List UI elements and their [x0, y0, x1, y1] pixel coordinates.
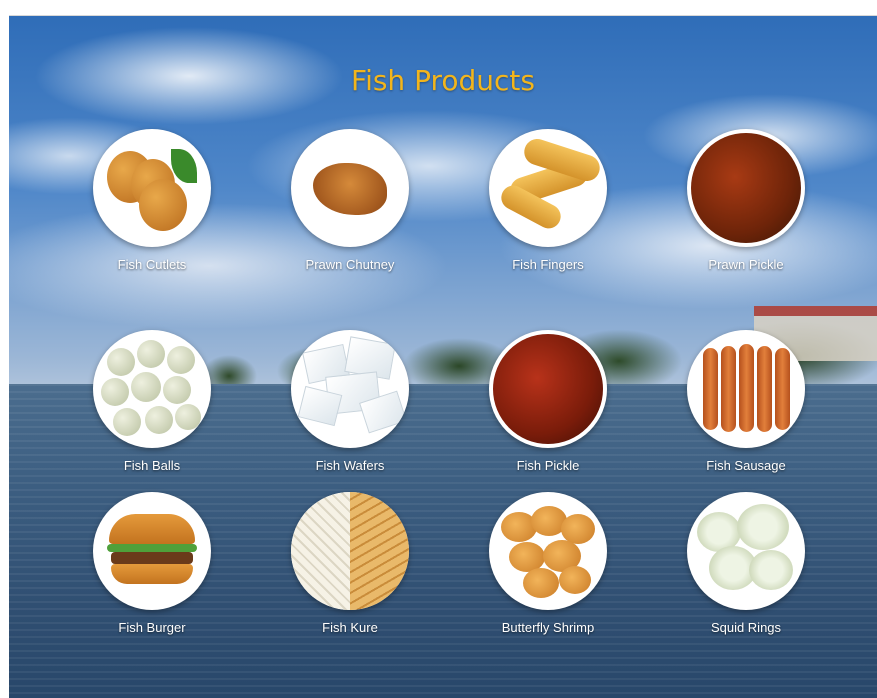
product-label: Fish Fingers	[512, 257, 584, 272]
product-label: Fish Wafers	[315, 458, 385, 473]
product-fish-cutlets[interactable]: Fish Cutlets	[72, 129, 232, 272]
product-label: Fish Balls	[123, 458, 181, 473]
product-label: Butterfly Shrimp	[501, 620, 595, 635]
product-fish-burger[interactable]: Fish Burger	[72, 492, 232, 635]
fish-balls-image[interactable]	[93, 330, 211, 448]
product-label: Squid Rings	[710, 620, 782, 635]
product-fish-wafers[interactable]: Fish Wafers	[270, 330, 430, 473]
fish-cutlets-image[interactable]	[93, 129, 211, 247]
fish-wafers-image[interactable]	[291, 330, 409, 448]
squid-rings-image[interactable]	[687, 492, 805, 610]
product-label: Fish Kure	[322, 620, 378, 635]
product-fish-fingers[interactable]: Fish Fingers	[468, 129, 628, 272]
fish-sausage-image[interactable]	[687, 330, 805, 448]
product-label: Fish Burger	[118, 620, 186, 635]
prawn-chutney-image[interactable]	[291, 129, 409, 247]
product-label: Fish Pickle	[516, 458, 580, 473]
product-label: Prawn Chutney	[305, 257, 395, 272]
butterfly-shrimp-image[interactable]	[489, 492, 607, 610]
fish-pickle-image[interactable]	[489, 330, 607, 448]
product-butterfly-shrimp[interactable]: Butterfly Shrimp	[468, 492, 628, 635]
fish-burger-image[interactable]	[93, 492, 211, 610]
page-title: Fish Products	[351, 64, 535, 97]
product-prawn-chutney[interactable]: Prawn Chutney	[270, 129, 430, 272]
product-fish-sausage[interactable]: Fish Sausage	[666, 330, 826, 473]
product-fish-balls[interactable]: Fish Balls	[72, 330, 232, 473]
product-prawn-pickle[interactable]: Prawn Pickle	[666, 129, 826, 272]
product-label: Fish Sausage	[706, 458, 786, 473]
products-section: Fish Products Fish Cutlets Prawn Chutney…	[9, 15, 877, 698]
fish-fingers-image[interactable]	[489, 129, 607, 247]
product-fish-kure[interactable]: Fish Kure	[270, 492, 430, 635]
prawn-pickle-image[interactable]	[687, 129, 805, 247]
fish-kure-image[interactable]	[291, 492, 409, 610]
product-fish-pickle[interactable]: Fish Pickle	[468, 330, 628, 473]
product-label: Fish Cutlets	[117, 257, 187, 272]
product-squid-rings[interactable]: Squid Rings	[666, 492, 826, 635]
product-label: Prawn Pickle	[708, 257, 784, 272]
